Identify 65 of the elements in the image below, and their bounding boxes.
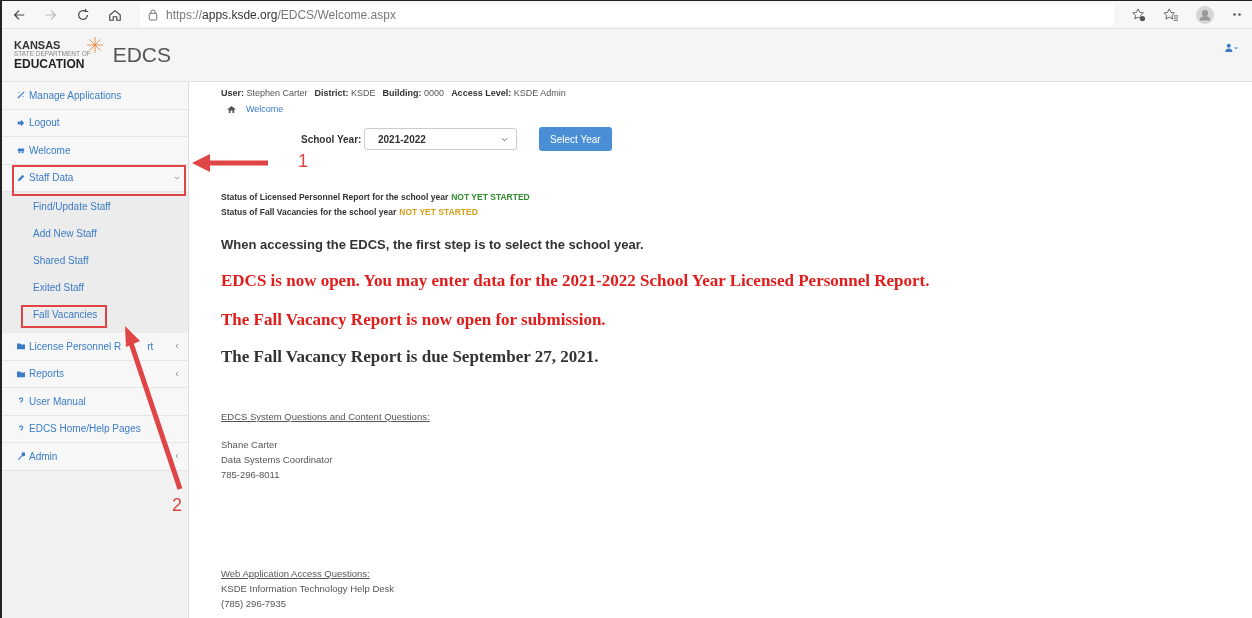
more-icon[interactable]	[1232, 12, 1242, 17]
status-value: NOT YET STARTED	[399, 207, 478, 217]
back-icon[interactable]	[12, 7, 26, 22]
logout-icon	[17, 118, 25, 127]
chevron-down-icon	[501, 136, 508, 142]
select-year-button[interactable]: Select Year	[539, 127, 612, 151]
breadcrumb-link[interactable]: Welcome	[246, 104, 284, 114]
question-icon	[17, 424, 25, 433]
wrench-icon	[17, 452, 25, 461]
favorites-icon[interactable]	[1164, 7, 1178, 22]
profile-avatar-icon[interactable]	[1196, 5, 1214, 24]
starburst-icon	[86, 37, 103, 53]
submenu-item[interactable]: Find/Update Staff	[2, 193, 188, 220]
folder-icon	[17, 369, 25, 378]
annotation-number: 2	[172, 495, 182, 516]
status-text: Status of Fall Vacancies for the school year	[221, 207, 397, 217]
pencil-icon	[17, 173, 25, 182]
sidebar-item[interactable]: EDCS Home/Help Pages	[2, 415, 188, 443]
logo-text: EDUCATION	[14, 57, 86, 70]
contact-heading: Web Application Access Questions:	[221, 567, 371, 581]
submenu-item[interactable]: Exited Staff	[2, 274, 188, 301]
url-text: https://apps.ksde.org/EDCS/Welcome.aspx	[166, 7, 396, 22]
user-menu-icon[interactable]	[1225, 43, 1238, 52]
logo-text: KANSAS	[14, 40, 61, 52]
home-icon[interactable]	[108, 7, 122, 22]
sidebar-item[interactable]: Reports	[2, 360, 188, 388]
notice-text: EDCS is now open. You may enter data for the 2021-2022 School Year Licensed Personnel Report.	[221, 271, 931, 291]
contact-text: 785-296-8011	[221, 468, 281, 482]
home-icon[interactable]	[227, 104, 236, 114]
submenu-item[interactable]: Fall Vacancies	[2, 301, 188, 328]
annotation-number: 1	[298, 151, 308, 172]
refresh-icon[interactable]	[76, 7, 90, 22]
notice-text: The Fall Vacancy Report is now open for submission.	[221, 310, 607, 330]
sidebar-item[interactable]: User Manual	[2, 388, 188, 416]
address-bar[interactable]: https://apps.ksde.org/EDCS/Welcome.aspx	[140, 3, 1114, 26]
sidebar-item[interactable]: Welcome	[2, 137, 188, 165]
contact-heading: EDCS System Questions and Content Questions:	[221, 410, 431, 424]
lock-icon	[148, 8, 158, 21]
user-info-text: Access Level: KSDE Admin	[451, 88, 566, 98]
contact-text: Data Systems Coordinator	[221, 453, 334, 467]
field-label: School Year:	[301, 133, 363, 145]
status-text: Status of Licensed Personnel Report for the school year	[221, 192, 449, 202]
status-value: NOT YET STARTED	[451, 192, 530, 202]
car-icon	[17, 146, 25, 155]
submenu-item[interactable]: Shared Staff	[2, 247, 188, 274]
sidebar-item[interactable]: License Personnel R rt	[2, 333, 188, 361]
sidebar-item[interactable]: Manage Applications	[2, 82, 188, 110]
user-info-text: District: KSDE	[314, 88, 376, 98]
contact-text: Shane Carter	[221, 438, 279, 452]
user-info-text: Building: 0000	[382, 88, 445, 98]
folder-icon	[17, 342, 25, 351]
star-gear-icon[interactable]	[1132, 7, 1146, 22]
link-icon	[17, 91, 25, 100]
notice-text: The Fall Vacancy Report is due September 27, 2021.	[221, 347, 600, 367]
contact-text: KSDE Information Technology Help Desk	[221, 582, 396, 596]
question-icon	[17, 397, 25, 406]
submenu-item[interactable]: Add New Staff	[2, 220, 188, 247]
app-title: EDCS	[112, 43, 172, 67]
sidebar-item[interactable]: Admin	[2, 443, 188, 471]
notice-text: When accessing the EDCS, the first step is to select the school year.	[221, 237, 645, 252]
sidebar-item-text: rt	[147, 340, 155, 352]
user-info-text: User: Stephen Carter	[221, 88, 308, 98]
school-year-dropdown[interactable]: 2021-2022	[364, 128, 517, 150]
sidebar-item[interactable]: Logout	[2, 109, 188, 137]
contact-text: (785) 296-7935	[221, 597, 287, 611]
